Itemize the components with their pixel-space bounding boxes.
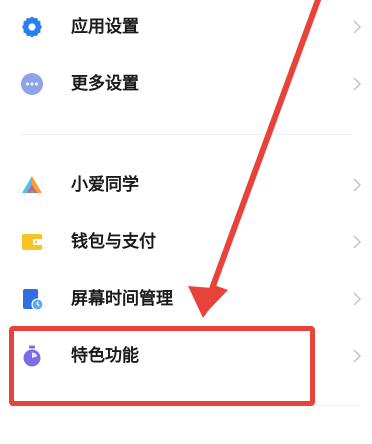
settings-item-app-settings[interactable]: 应用设置 [0, 5, 372, 49]
chevron-right-icon [352, 19, 362, 35]
more-dots-icon [20, 72, 44, 96]
section-divider [12, 405, 360, 406]
settings-item-label: 小爱同学 [71, 175, 139, 195]
special-features-icon [20, 344, 44, 368]
settings-item-more-settings[interactable]: 更多设置 [0, 62, 372, 106]
chevron-right-icon [352, 177, 362, 193]
xiaoai-assistant-icon [20, 173, 44, 197]
settings-item-label: 特色功能 [71, 346, 139, 366]
wallet-icon [20, 230, 44, 254]
settings-item-label: 应用设置 [71, 17, 139, 37]
gear-icon [20, 15, 44, 39]
screen-time-icon [20, 287, 44, 311]
settings-item-screen-time[interactable]: 屏幕时间管理 [0, 277, 372, 321]
chevron-right-icon [352, 291, 362, 307]
settings-item-label: 屏幕时间管理 [71, 289, 173, 309]
chevron-right-icon [352, 76, 362, 92]
section-divider [20, 134, 352, 135]
settings-item-xiaoai[interactable]: 小爱同学 [0, 163, 372, 207]
settings-screen: 应用设置 更多设置 小爱同学 钱包与支付 屏幕时间管理 特色功能 [0, 0, 372, 444]
settings-item-wallet[interactable]: 钱包与支付 [0, 220, 372, 264]
chevron-right-icon [352, 348, 362, 364]
chevron-right-icon [352, 234, 362, 250]
settings-item-special-features[interactable]: 特色功能 [0, 334, 372, 378]
settings-item-label: 钱包与支付 [71, 232, 156, 252]
settings-item-label: 更多设置 [71, 74, 139, 94]
